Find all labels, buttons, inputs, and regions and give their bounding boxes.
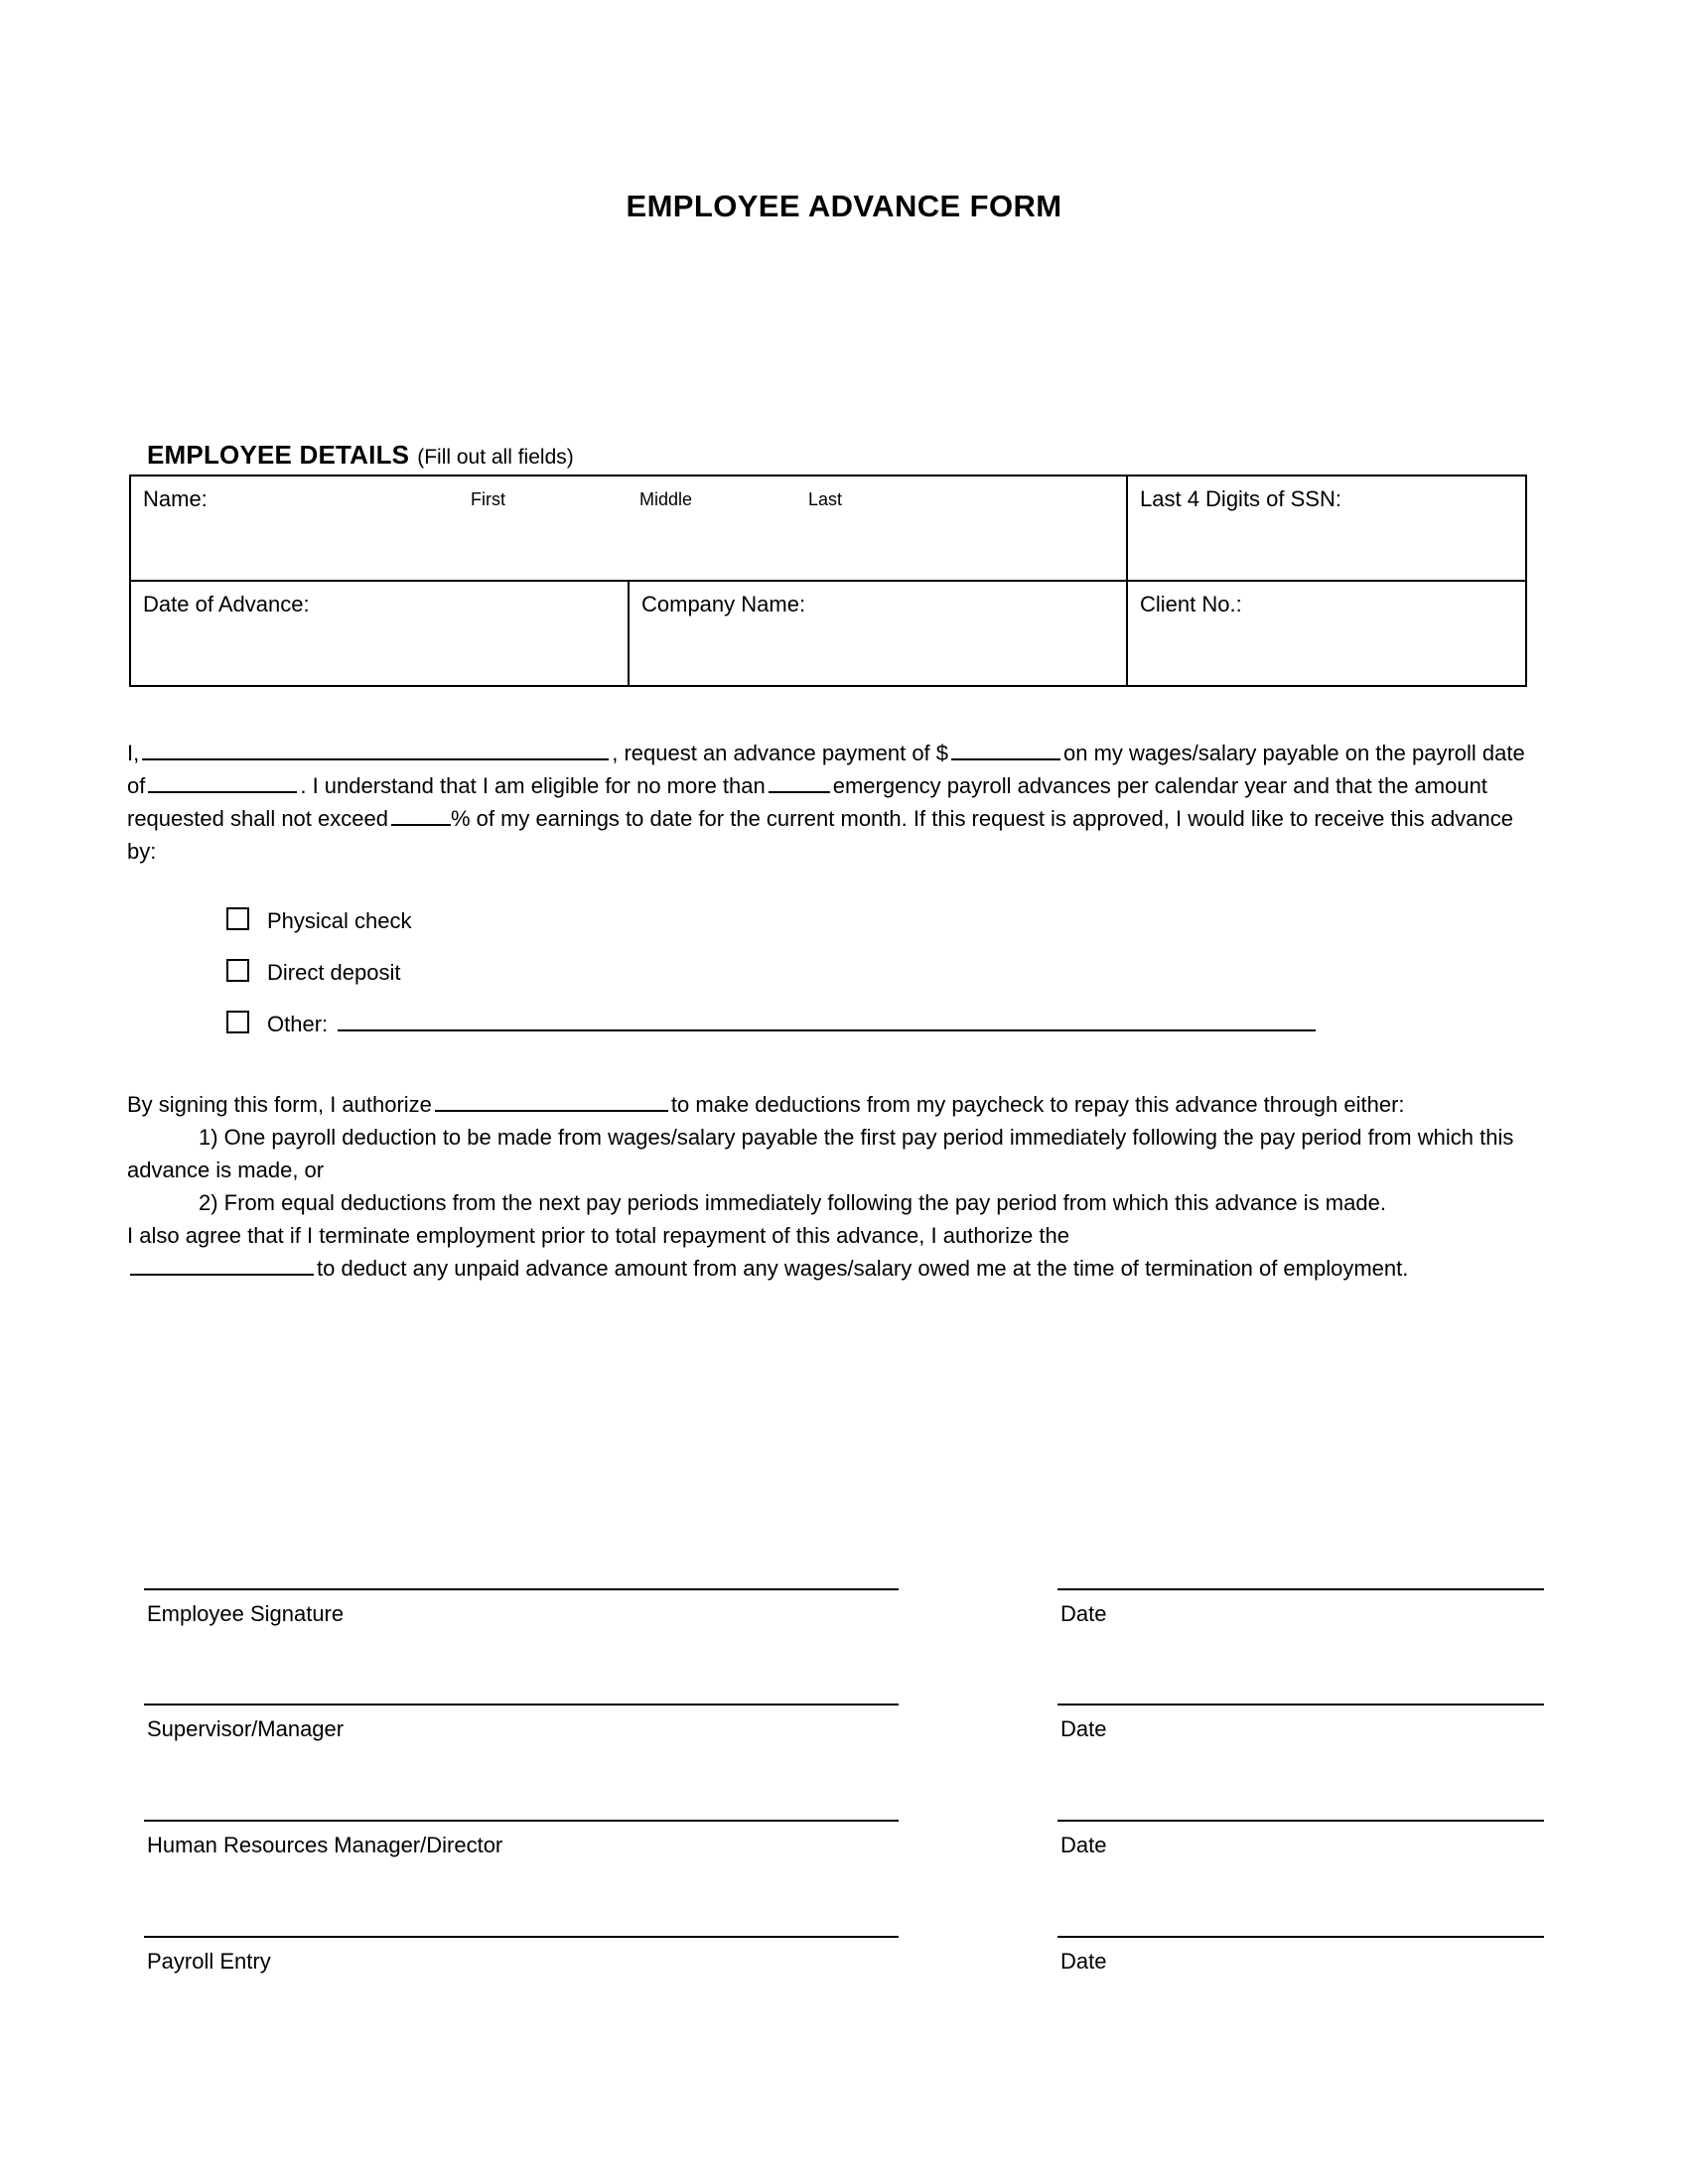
- company-name-label: Company Name:: [641, 592, 806, 616]
- section-heading-note: (Fill out all fields): [417, 446, 574, 469]
- date-line[interactable]: [1057, 1704, 1544, 1706]
- date-label: Date: [1060, 1716, 1107, 1741]
- date-line[interactable]: [1057, 1820, 1544, 1822]
- payroll-date-blank[interactable]: [148, 771, 298, 793]
- other-method-blank[interactable]: [338, 1014, 1317, 1031]
- empty-checkbox-icon[interactable]: [226, 907, 249, 930]
- auth-text-4: to deduct any unpaid advance amount from…: [317, 1256, 1409, 1281]
- client-no-label: Client No.:: [1140, 592, 1242, 616]
- auth-text-3: I also agree that if I terminate employm…: [127, 1223, 1069, 1248]
- signature-line[interactable]: [144, 1704, 899, 1706]
- option-label: Direct deposit: [267, 960, 401, 985]
- date-line[interactable]: [1057, 1936, 1544, 1938]
- option-label: Physical check: [267, 908, 412, 933]
- name-label: Name:: [143, 486, 208, 511]
- ssn-label: Last 4 Digits of SSN:: [1140, 486, 1341, 511]
- signature-line[interactable]: [144, 1820, 899, 1822]
- auth-text-1: By signing this form, I authorize: [127, 1092, 432, 1117]
- option-label: Other:: [267, 1012, 329, 1036]
- employee-name-blank[interactable]: [142, 739, 610, 760]
- ssn-cell[interactable]: Last 4 Digits of SSN:: [1126, 475, 1527, 582]
- auth-clause-2: 2) From equal deductions from the next p…: [199, 1190, 1386, 1215]
- name-cell[interactable]: Name: First Middle Last: [129, 475, 1128, 582]
- advance-request-paragraph: I,, request an advance payment of $ on my…: [127, 737, 1529, 868]
- max-advances-blank[interactable]: [768, 771, 830, 793]
- signature-label: Employee Signature: [147, 1601, 345, 1626]
- request-text-4: . I understand that I am eligible for no…: [300, 773, 766, 798]
- employee-details-heading: EMPLOYEE DETAILS (Fill out all fields): [147, 440, 574, 471]
- table-row: Name: First Middle Last Last 4 Digits of…: [129, 475, 1527, 582]
- signature-label: Human Resources Manager/Director: [147, 1833, 503, 1857]
- name-sublabel-first: First: [471, 489, 505, 509]
- signature-label: Payroll Entry: [147, 1949, 271, 1974]
- company-name-cell[interactable]: Company Name:: [628, 580, 1128, 687]
- page-title: EMPLOYEE ADVANCE FORM: [626, 189, 1062, 223]
- document-page: EMPLOYEE ADVANCE FORM EMPLOYEE DETAILS (F…: [0, 0, 1688, 2184]
- auth-text-2: to make deductions from my paycheck to r…: [670, 1092, 1405, 1117]
- max-percent-blank[interactable]: [390, 804, 451, 826]
- date-label: Date: [1060, 1833, 1107, 1857]
- empty-checkbox-icon[interactable]: [226, 1011, 249, 1033]
- date-label: Date: [1060, 1949, 1107, 1974]
- advance-amount-blank[interactable]: [951, 739, 1061, 760]
- section-heading-label: EMPLOYEE DETAILS: [147, 440, 410, 470]
- option-physical-check[interactable]: Physical check: [226, 905, 1316, 957]
- signature-label: Supervisor/Manager: [147, 1716, 345, 1741]
- date-of-advance-cell[interactable]: Date of Advance:: [129, 580, 630, 687]
- name-sublabel-middle: Middle: [639, 489, 693, 509]
- payment-method-options: Physical check Direct deposit Other:: [226, 905, 1317, 1060]
- signature-line[interactable]: [144, 1936, 899, 1938]
- employee-details-table: Name: First Middle Last Last 4 Digits of…: [129, 475, 1527, 687]
- termination-entity-blank[interactable]: [130, 1254, 314, 1276]
- date-line[interactable]: [1057, 1588, 1544, 1590]
- client-no-cell[interactable]: Client No.:: [1126, 580, 1527, 687]
- option-other[interactable]: Other:: [226, 1009, 1317, 1060]
- authorization-paragraph: By signing this form, I authorize to make…: [127, 1088, 1529, 1285]
- date-label: Date: [1060, 1601, 1107, 1626]
- authorized-entity-blank[interactable]: [434, 1090, 668, 1112]
- empty-checkbox-icon[interactable]: [226, 959, 249, 982]
- name-sublabel-last: Last: [808, 489, 843, 509]
- date-of-advance-label: Date of Advance:: [143, 592, 310, 616]
- signature-line[interactable]: [144, 1588, 899, 1590]
- request-text-2: , request an advance payment of $: [612, 741, 949, 765]
- request-text-1: I,: [127, 741, 140, 765]
- option-direct-deposit[interactable]: Direct deposit: [226, 957, 1316, 1009]
- auth-clause-1: 1) One payroll deduction to be made from…: [127, 1125, 1514, 1182]
- table-row: Date of Advance: Company Name: Client No…: [129, 580, 1527, 687]
